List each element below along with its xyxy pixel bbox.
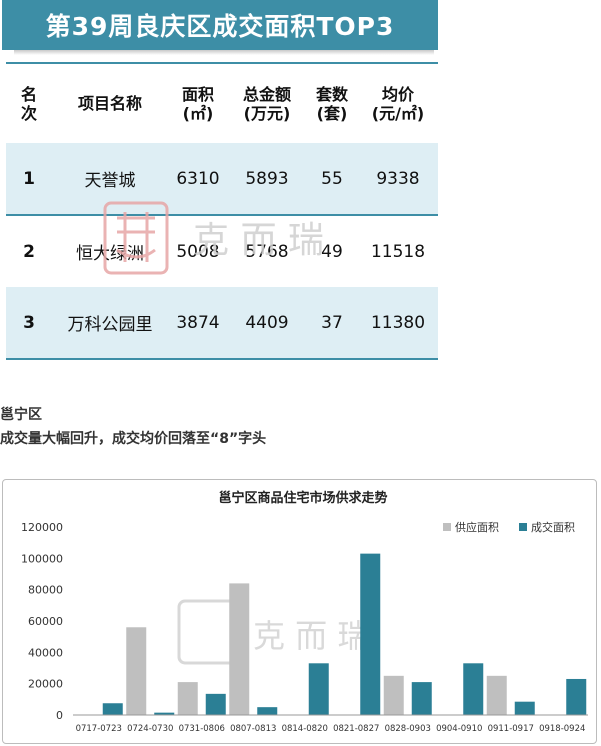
deal-bar — [360, 553, 381, 715]
legend-label: 成交面积 — [531, 520, 575, 534]
supply-bar — [229, 583, 250, 715]
x-tick-label: 0807-0813 — [230, 724, 276, 734]
amount-cell: 5893 — [245, 168, 289, 189]
x-tick-label: 0828-0903 — [385, 724, 431, 734]
header-project: 项目名称 — [77, 94, 142, 113]
ranking-table: 名次 项目名称 面积 (㎡) 总金额 (万元) 套数 (套) 均价 (元/㎡) 1 天誉… — [6, 62, 438, 360]
legend-label: 供应面积 — [455, 520, 499, 534]
supply-bar — [177, 682, 198, 715]
banner-shadow — [14, 50, 434, 55]
y-tick-label: 0 — [56, 709, 63, 722]
legend-swatch — [443, 523, 451, 531]
avg-price-cell: 11518 — [370, 241, 426, 262]
project-cell: 万科公园里 — [67, 315, 153, 335]
units-cell: 49 — [321, 241, 343, 262]
project-cell: 恒大绿洲 — [76, 244, 144, 264]
header-rank: 名次 — [20, 84, 37, 123]
rank-cell: 1 — [23, 168, 35, 189]
section-subtitle: 成交量大幅回升，成交均价回落至“8”字头 — [0, 431, 267, 447]
x-tick-label: 0918-0924 — [539, 724, 585, 734]
x-tick-label: 0904-0910 — [436, 724, 482, 734]
avg-price-cell: 11380 — [370, 312, 426, 333]
area-cell: 5008 — [176, 241, 220, 262]
chart-title: 邕宁区商品住宅市场供求走势 — [218, 490, 387, 506]
x-tick-label: 0717-0723 — [76, 724, 122, 734]
x-tick-label: 0821-0827 — [333, 724, 379, 734]
deal-bar — [308, 663, 329, 715]
area-cell: 3874 — [176, 312, 220, 333]
x-tick-label: 0724-0730 — [127, 724, 173, 734]
deal-bar — [257, 707, 278, 715]
legend-swatch — [519, 523, 527, 531]
header-units: 套数 (套) — [315, 84, 348, 123]
deal-bar — [102, 703, 123, 715]
area-cell: 6310 — [176, 168, 220, 189]
watermark-text: 克 而 瑞 — [253, 617, 369, 655]
supply-demand-chart: 克 而 瑞 0 20000 40000 60000 80000 100000 120000 0… — [21, 490, 588, 734]
project-cell: 天誉城 — [84, 171, 136, 191]
supply-bar — [486, 675, 507, 715]
table-row: 1 天誉城 6310 5893 55 9338 — [6, 143, 438, 215]
deal-bar — [411, 682, 432, 715]
y-tick-label: 100000 — [21, 552, 63, 565]
table-row: 3 万科公园里 3874 4409 37 11380 — [6, 287, 438, 359]
seal-icon — [177, 599, 239, 665]
y-tick-label: 60000 — [28, 615, 63, 628]
rank-cell: 3 — [23, 312, 35, 333]
y-tick-label: 20000 — [28, 678, 63, 691]
chart-watermark: 克 而 瑞 — [177, 599, 369, 665]
table-row: 2 恒大绿洲 5008 5768 49 11518 — [6, 215, 438, 287]
avg-price-cell: 9338 — [376, 168, 420, 189]
supply-bar — [126, 627, 147, 715]
header-area: 面积 (㎡) — [181, 84, 214, 123]
legend: 供应面积 成交面积 — [443, 520, 575, 534]
amount-cell: 5768 — [245, 241, 289, 262]
chart-frame: 克 而 瑞 0 20000 40000 60000 80000 100000 120000 0… — [2, 479, 597, 744]
units-cell: 55 — [321, 168, 343, 189]
rank-cell: 2 — [23, 241, 35, 262]
ranking-title: 第39周良庆区成交面积TOP3 — [45, 12, 395, 41]
deal-bar — [566, 678, 587, 715]
table-header-row: 名次 项目名称 面积 (㎡) 总金额 (万元) 套数 (套) 均价 (元/㎡) — [6, 63, 438, 143]
header-amount: 总金额 (万元) — [242, 84, 291, 123]
x-tick-label: 0731-0806 — [179, 724, 225, 734]
deal-bar — [463, 663, 484, 715]
x-tick-label: 0911-0917 — [488, 724, 534, 734]
header-avg-price: 均价 (元/㎡) — [371, 84, 425, 123]
section-title: 邕宁区 — [0, 407, 42, 423]
y-tick-label: 40000 — [28, 646, 63, 659]
y-tick-label: 80000 — [28, 584, 63, 597]
deal-bar — [514, 701, 535, 715]
x-tick-label: 0814-0820 — [282, 724, 328, 734]
supply-bar — [383, 675, 404, 715]
units-cell: 37 — [321, 312, 343, 333]
amount-cell: 4409 — [245, 312, 289, 333]
deal-bar — [205, 693, 226, 715]
ranking-banner: 第39周良庆区成交面积TOP3 — [2, 0, 438, 50]
y-tick-label: 120000 — [21, 521, 63, 534]
